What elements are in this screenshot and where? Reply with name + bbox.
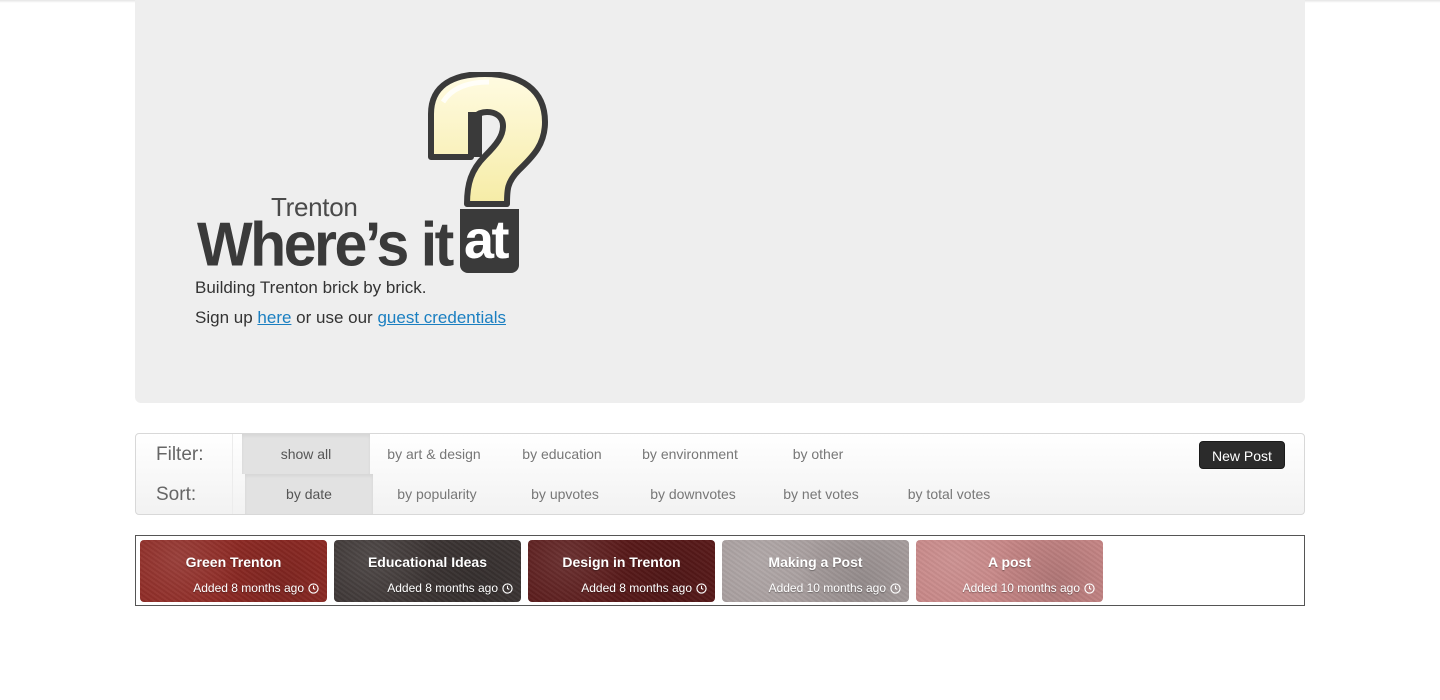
sort-by-upvotes[interactable]: by upvotes (501, 474, 629, 514)
post-card[interactable]: A post Added 10 months ago (916, 540, 1103, 602)
post-added: Added 10 months ago (768, 581, 886, 595)
post-added: Added 10 months ago (962, 581, 1080, 595)
logo-at-block: at (460, 209, 519, 273)
post-list: Green Trenton Added 8 months ago Educati… (135, 535, 1305, 606)
sort-by-date[interactable]: by date (245, 474, 373, 514)
filter-sort-bar: Filter: Sort: show all by art & design b… (135, 433, 1305, 515)
filter-education[interactable]: by education (498, 434, 626, 474)
post-meta: Added 10 months ago (769, 581, 901, 595)
post-meta: Added 8 months ago (193, 581, 319, 595)
label-divider (232, 434, 233, 514)
post-meta: Added 8 months ago (581, 581, 707, 595)
logo-title: Where’s it (197, 209, 454, 280)
clock-icon (696, 582, 707, 594)
sort-by-popularity[interactable]: by popularity (373, 474, 501, 514)
site-logo[interactable]: Trenton Where’s it at (195, 72, 555, 277)
clock-icon (308, 582, 319, 594)
hero-banner: Trenton Where’s it at Building Trenton b… (135, 0, 1305, 403)
sort-by-downvotes[interactable]: by downvotes (629, 474, 757, 514)
post-added: Added 8 months ago (581, 581, 692, 595)
question-mark-icon (428, 72, 548, 207)
post-card[interactable]: Educational Ideas Added 8 months ago (334, 540, 521, 602)
post-card[interactable]: Green Trenton Added 8 months ago (140, 540, 327, 602)
post-added: Added 8 months ago (193, 581, 304, 595)
new-post-button[interactable]: New Post (1199, 441, 1285, 469)
filter-other[interactable]: by other (754, 434, 882, 474)
post-title: A post (987, 554, 1032, 570)
post-card[interactable]: Making a Post Added 10 months ago (722, 540, 909, 602)
sort-by-total-votes[interactable]: by total votes (885, 474, 1013, 514)
filter-show-all[interactable]: show all (242, 434, 370, 474)
post-title: Making a Post (768, 554, 863, 570)
clock-icon (1084, 582, 1095, 594)
sort-label: Sort: (156, 484, 197, 505)
post-added: Added 8 months ago (387, 581, 498, 595)
signup-here-link[interactable]: here (257, 308, 291, 327)
clock-icon (890, 582, 901, 594)
post-title: Educational Ideas (367, 554, 488, 570)
signup-prefix: Sign up (195, 308, 253, 327)
filter-environment[interactable]: by environment (626, 434, 754, 474)
signup-middle: or use our (296, 308, 373, 327)
post-title: Green Trenton (185, 554, 282, 570)
post-card[interactable]: Design in Trenton Added 8 months ago (528, 540, 715, 602)
filter-art-design[interactable]: by art & design (370, 434, 498, 474)
clock-icon (502, 582, 513, 594)
post-meta: Added 8 months ago (387, 581, 513, 595)
logo-at-text: at (464, 210, 510, 270)
post-title: Design in Trenton (562, 554, 681, 570)
sort-by-net-votes[interactable]: by net votes (757, 474, 885, 514)
guest-credentials-link[interactable]: guest credentials (377, 308, 506, 327)
post-meta: Added 10 months ago (963, 581, 1095, 595)
signup-line: Sign up here or use our guest credential… (195, 308, 506, 328)
tagline: Building Trenton brick by brick. (195, 278, 427, 297)
filter-label: Filter: (156, 444, 204, 465)
